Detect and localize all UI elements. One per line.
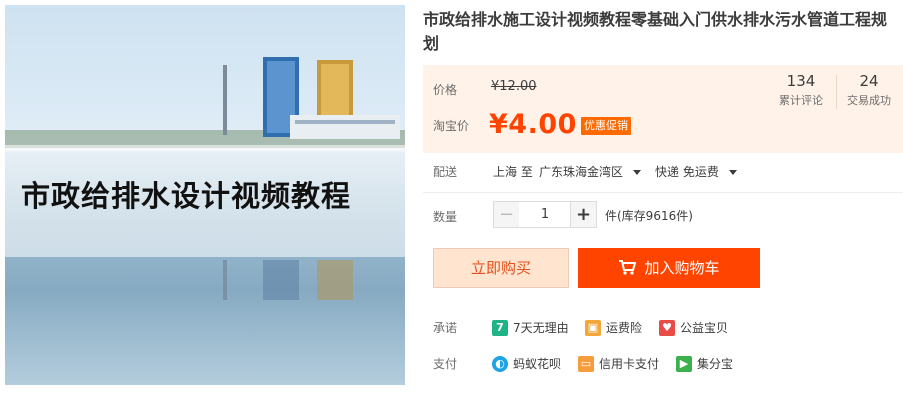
promise-shipping-insurance[interactable]: ▣ 运费险 bbox=[585, 319, 642, 336]
payment-jifenbao-text: 集分宝 bbox=[697, 357, 734, 371]
chevron-down-icon bbox=[728, 170, 737, 175]
promise-charity-text: 公益宝贝 bbox=[680, 321, 729, 335]
section-divider bbox=[423, 192, 903, 193]
shipping-method-value: 快递 免运费 bbox=[655, 165, 719, 179]
seven-day-icon: 7 bbox=[492, 319, 508, 336]
quantity-label: 数量 bbox=[433, 210, 458, 224]
promo-badge: 优惠促销 bbox=[581, 117, 631, 135]
delivery-label: 配送 bbox=[433, 165, 458, 179]
promise-label: 承诺 bbox=[433, 321, 458, 335]
promo-price-label: 淘宝价 bbox=[433, 119, 470, 133]
promise-seven-day[interactable]: 7 7天无理由 bbox=[492, 319, 569, 336]
payment-label: 支付 bbox=[433, 357, 458, 371]
add-to-cart-label: 加入购物车 bbox=[644, 259, 720, 277]
price-label: 价格 bbox=[433, 83, 458, 97]
payment-huabei-text: 蚂蚁花呗 bbox=[513, 357, 562, 371]
review-count-stat[interactable]: 134 累计评论 bbox=[771, 71, 831, 109]
cart-icon bbox=[619, 260, 637, 275]
credit-card-icon: ▭ bbox=[578, 355, 594, 372]
stat-divider bbox=[836, 75, 837, 109]
promise-seven-day-text: 7天无理由 bbox=[513, 321, 569, 335]
promise-charity[interactable]: ♥ 公益宝贝 bbox=[659, 319, 728, 336]
charity-icon: ♥ bbox=[659, 319, 675, 336]
shipping-method-select[interactable]: 快递 免运费 bbox=[655, 163, 737, 180]
price-panel: 价格 ¥12.00 淘宝价 ¥4.00 优惠促销 134 累计评论 24 交易成… bbox=[423, 65, 903, 153]
quantity-input[interactable]: 1 bbox=[519, 201, 571, 228]
review-count-label: 累计评论 bbox=[779, 94, 823, 107]
promise-shipping-insurance-text: 运费险 bbox=[606, 321, 643, 335]
chevron-down-icon bbox=[632, 170, 641, 175]
product-title: 市政给排水施工设计视频教程零基础入门供水排水污水管道工程规划 bbox=[423, 10, 888, 53]
payment-credit-card-text: 信用卡支付 bbox=[599, 357, 660, 371]
destination-select[interactable]: 广东珠海金湾区 bbox=[539, 163, 641, 180]
delivery-from: 上海 至 bbox=[493, 165, 533, 179]
add-to-cart-button[interactable]: 加入购物车 bbox=[578, 248, 760, 288]
quantity-increase-button[interactable]: + bbox=[570, 201, 597, 228]
payment-jifenbao[interactable]: ▶ 集分宝 bbox=[676, 355, 733, 372]
image-caption: 市政给排水设计视频教程 bbox=[21, 179, 352, 213]
huabei-icon: ◐ bbox=[492, 355, 508, 372]
payment-huabei[interactable]: ◐ 蚂蚁花呗 bbox=[492, 355, 561, 372]
sales-count: 24 bbox=[859, 72, 879, 90]
original-price: ¥12.00 bbox=[491, 79, 537, 94]
jifenbao-icon: ▶ bbox=[676, 355, 692, 372]
product-image[interactable]: 市政给排水设计视频教程 bbox=[5, 5, 405, 385]
sales-count-label: 交易成功 bbox=[847, 94, 891, 107]
buy-now-button[interactable]: 立即购买 bbox=[433, 248, 569, 288]
review-count: 134 bbox=[786, 72, 816, 90]
stock-info: 件(库存9616件) bbox=[605, 209, 693, 223]
sales-count-stat[interactable]: 24 交易成功 bbox=[839, 71, 899, 109]
payment-credit-card[interactable]: ▭ 信用卡支付 bbox=[578, 355, 659, 372]
shipping-insurance-icon: ▣ bbox=[585, 319, 601, 336]
destination-value: 广东珠海金湾区 bbox=[539, 165, 624, 179]
quantity-decrease-button[interactable]: − bbox=[493, 201, 520, 228]
promo-price: ¥4.00 bbox=[489, 109, 577, 140]
